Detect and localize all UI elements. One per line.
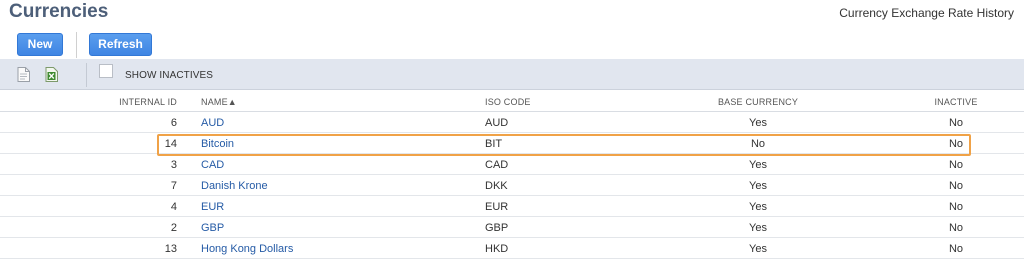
column-header-internal-id[interactable]: INTERNAL ID (119, 97, 177, 107)
table-header: INTERNAL ID NAME▲ ISO CODE BASE CURRENCY… (0, 91, 1024, 112)
cell-internal-id: 13 (164, 243, 177, 255)
cell-name-link[interactable]: GBP (201, 222, 224, 234)
table-row: 14 Bitcoin BIT No No (0, 133, 1024, 154)
cell-base-currency: No (750, 138, 766, 150)
show-inactives-checkbox[interactable] (99, 64, 113, 78)
toolbar-divider (86, 63, 87, 87)
cell-base-currency: Yes (749, 243, 767, 255)
cell-inactive: No (948, 159, 964, 171)
cell-iso-code: BIT (485, 138, 503, 150)
page-title: Currencies (9, 1, 109, 22)
cell-iso-code: AUD (485, 117, 509, 129)
cell-base-currency: Yes (749, 201, 767, 213)
cell-name-link[interactable]: AUD (201, 117, 224, 129)
cell-base-currency: Yes (749, 117, 767, 129)
list-toolbar: SHOW INACTIVES (0, 59, 1024, 90)
currencies-table: INTERNAL ID NAME▲ ISO CODE BASE CURRENCY… (0, 91, 1024, 259)
cell-base-currency: Yes (749, 159, 767, 171)
cell-inactive: No (948, 180, 964, 192)
cell-inactive: No (948, 138, 964, 150)
table-row: 2 GBP GBP Yes No (0, 217, 1024, 238)
cell-internal-id: 3 (170, 159, 177, 171)
export-document-icon[interactable] (17, 67, 30, 82)
table-row: 6 AUD AUD Yes No (0, 112, 1024, 133)
table-row: 4 EUR EUR Yes No (0, 196, 1024, 217)
cell-internal-id: 4 (170, 201, 177, 213)
exchange-rate-history-link[interactable]: Currency Exchange Rate History (839, 6, 1014, 20)
cell-internal-id: 14 (164, 138, 177, 150)
column-header-iso-code[interactable]: ISO CODE (485, 97, 531, 107)
table-row: 7 Danish Krone DKK Yes No (0, 175, 1024, 196)
cell-inactive: No (948, 243, 964, 255)
cell-iso-code: EUR (485, 201, 509, 213)
column-header-name[interactable]: NAME▲ (201, 97, 237, 107)
cell-name-link[interactable]: CAD (201, 159, 224, 171)
cell-iso-code: CAD (485, 159, 509, 171)
cell-internal-id: 2 (170, 222, 177, 234)
refresh-button[interactable]: Refresh (89, 33, 152, 56)
cell-iso-code: DKK (485, 180, 508, 192)
cell-base-currency: Yes (749, 222, 767, 234)
column-header-base-currency[interactable]: BASE CURRENCY (700, 97, 816, 107)
cell-iso-code: HKD (485, 243, 509, 255)
cell-name-link[interactable]: Bitcoin (201, 138, 234, 150)
cell-name-link[interactable]: EUR (201, 201, 224, 213)
cell-internal-id: 6 (170, 117, 177, 129)
cell-base-currency: Yes (749, 180, 767, 192)
cell-inactive: No (948, 222, 964, 234)
show-inactives-label: SHOW INACTIVES (125, 70, 214, 81)
cell-name-link[interactable]: Hong Kong Dollars (201, 243, 293, 255)
cell-inactive: No (948, 117, 964, 129)
cell-inactive: No (948, 201, 964, 213)
cell-internal-id: 7 (170, 180, 177, 192)
column-header-inactive[interactable]: INACTIVE (926, 97, 986, 107)
table-row: 13 Hong Kong Dollars HKD Yes No (0, 238, 1024, 259)
cell-iso-code: GBP (485, 222, 509, 234)
button-divider (76, 32, 77, 58)
export-excel-icon[interactable] (45, 67, 58, 82)
cell-name-link[interactable]: Danish Krone (201, 180, 268, 192)
table-row: 3 CAD CAD Yes No (0, 154, 1024, 175)
new-button[interactable]: New (17, 33, 63, 56)
